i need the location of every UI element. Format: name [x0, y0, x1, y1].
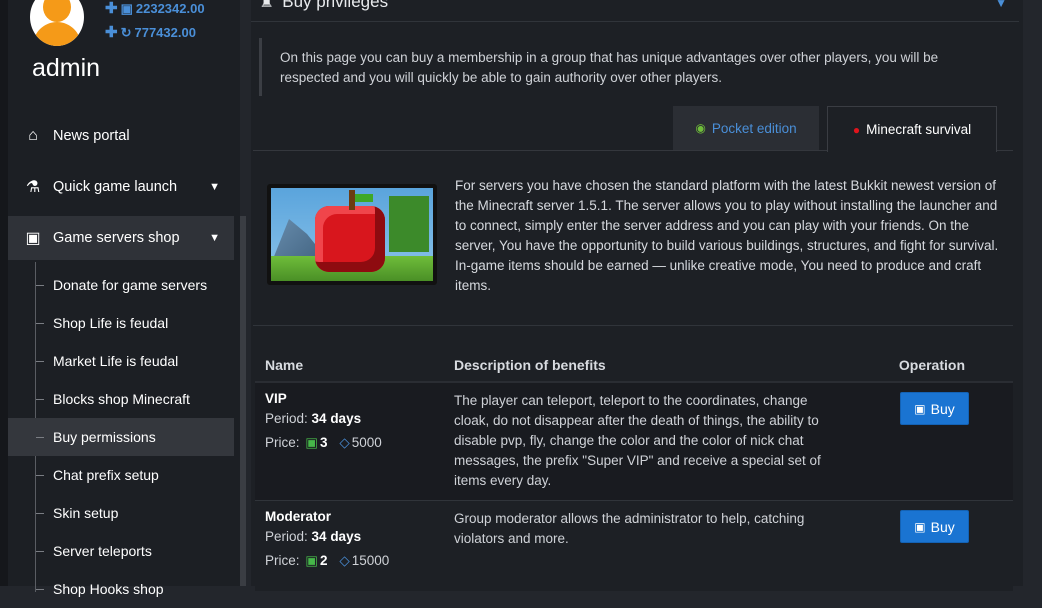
sidebar-item-label: Shop Hooks shop	[53, 581, 164, 597]
column-header-operation: Operation	[898, 357, 965, 373]
money-icon: ▣	[914, 519, 926, 534]
intro-text: On this page you can buy a membership in…	[259, 38, 1011, 96]
privilege-price: Price: ▣ 2 ◇ 15000	[265, 553, 390, 568]
sidebar-item-chat-prefix[interactable]: Chat prefix setup	[8, 456, 234, 494]
sidebar-item-label: Skin setup	[53, 505, 119, 521]
sidebar-item-donate[interactable]: Donate for game servers	[8, 266, 234, 304]
divider	[253, 325, 1013, 326]
chevron-down-icon: ▼	[209, 232, 220, 244]
sidebar-item-label: Market Life is feudal	[53, 353, 179, 369]
sidebar-item-buy-permissions[interactable]: Buy permissions	[8, 418, 234, 456]
sidebar-scrollbar[interactable]	[240, 216, 246, 586]
sidebar-item-label: Chat prefix setup	[53, 467, 159, 483]
column-header-name: Name	[265, 357, 304, 373]
avatar[interactable]	[30, 0, 84, 46]
flask-icon: ⚗	[25, 179, 41, 196]
buy-button[interactable]: ▣ Buy	[900, 510, 969, 543]
apple-icon: ●	[852, 122, 861, 137]
tab-label: Minecraft survival	[866, 122, 972, 137]
sidebar-item-news-portal[interactable]: ⌂ News portal	[8, 114, 234, 158]
panel-title: ♜ Buy privileges	[259, 0, 388, 12]
tab-label: Pocket edition	[711, 120, 797, 136]
sidebar-item-market-life-is-feudal[interactable]: Market Life is feudal	[8, 342, 234, 380]
money-icon: ▣	[914, 401, 926, 416]
privilege-name: Moderator	[265, 509, 332, 524]
balance-money-value: 2232342.00	[135, 1, 205, 16]
trophy-icon: ♜	[259, 0, 275, 11]
page-scrollbar[interactable]	[1032, 0, 1042, 586]
server-tabs: ◉ Pocket edition ● Minecraft survival	[253, 104, 1013, 152]
sidebar-item-blocks-shop[interactable]: Blocks shop Minecraft	[8, 380, 234, 418]
privilege-period: Period: 34 days	[265, 411, 362, 426]
money-icon: ▣	[120, 1, 133, 16]
money-icon: ▣	[305, 553, 319, 568]
balance-bonus-value: 777432.00	[134, 25, 196, 40]
sidebar-item-label: Game servers shop	[53, 230, 180, 246]
balance-bonus[interactable]: ✚ ↻ 777432.00	[105, 23, 196, 41]
money-icon: ▣	[25, 230, 41, 247]
sidebar-item-quick-game-launch[interactable]: ⚗ Quick game launch ▼	[8, 165, 234, 209]
privilege-price: Price: ▣ 3 ◇ 5000	[265, 435, 382, 450]
refresh-icon: ↻	[120, 25, 132, 40]
plus-icon[interactable]: ✚	[105, 24, 118, 41]
username: admin	[32, 54, 101, 82]
home-icon: ⌂	[28, 127, 38, 144]
server-image	[267, 184, 437, 285]
sidebar-item-game-servers-shop[interactable]: ▣ Game servers shop ▼	[8, 216, 234, 260]
table-row: Moderator Period: 34 days Price: ▣ 2 ◇ 150…	[255, 501, 1013, 591]
plus-icon[interactable]: ✚	[105, 0, 118, 17]
tab-minecraft-survival[interactable]: ● Minecraft survival	[827, 106, 997, 152]
diamond-icon: ◇	[339, 553, 350, 568]
chevron-down-icon[interactable]: ▼	[995, 0, 1007, 10]
diamond-icon: ◇	[339, 435, 350, 450]
server-description: For servers you have chosen the standard…	[455, 178, 999, 293]
privilege-description: The player can teleport, teleport to the…	[454, 393, 821, 488]
privilege-description: Group moderator allows the administrator…	[454, 511, 805, 546]
chevron-down-icon: ▼	[209, 181, 220, 193]
table-row: VIP Period: 34 days Price: ▣ 3 ◇ 5000 The …	[255, 383, 1013, 501]
panel-header: ♜ Buy privileges ▼	[251, 0, 1019, 22]
balance-money[interactable]: ✚ ▣ 2232342.00	[105, 0, 205, 17]
privilege-period: Period: 34 days	[265, 529, 362, 544]
sidebar-item-shop-life-is-feudal[interactable]: Shop Life is feudal	[8, 304, 234, 342]
money-icon: ▣	[305, 435, 319, 450]
privilege-name: VIP	[265, 391, 287, 406]
tab-pocket-edition[interactable]: ◉ Pocket edition	[673, 106, 819, 150]
page-title: Buy privileges	[282, 0, 389, 11]
sidebar-item-label: Donate for game servers	[53, 277, 208, 293]
sidebar-item-label: Quick game launch	[53, 179, 178, 195]
sidebar-item-skin-setup[interactable]: Skin setup	[8, 494, 234, 532]
sidebar: ✚ ▣ 2232342.00 ✚ ↻ 777432.00 admin ⌂ News po…	[0, 0, 246, 597]
sidebar-item-hooks-shop[interactable]: Shop Hooks shop	[8, 570, 234, 608]
sidebar-item-label: Shop Life is feudal	[53, 315, 169, 331]
sidebar-item-label: News portal	[53, 128, 130, 144]
table-header: Name Description of benefits Operation	[255, 347, 1013, 383]
sidebar-item-label: Server teleports	[53, 543, 152, 559]
buy-button[interactable]: ▣ Buy	[900, 392, 969, 425]
column-header-description: Description of benefits	[454, 357, 606, 373]
sidebar-item-server-teleports[interactable]: Server teleports	[8, 532, 234, 570]
sidebar-item-label: Blocks shop Minecraft	[53, 391, 190, 407]
android-icon: ◉	[695, 121, 706, 135]
main-panel: ♜ Buy privileges ▼ On this page you can b…	[251, 0, 1023, 591]
sidebar-item-label: Buy permissions	[53, 429, 156, 445]
